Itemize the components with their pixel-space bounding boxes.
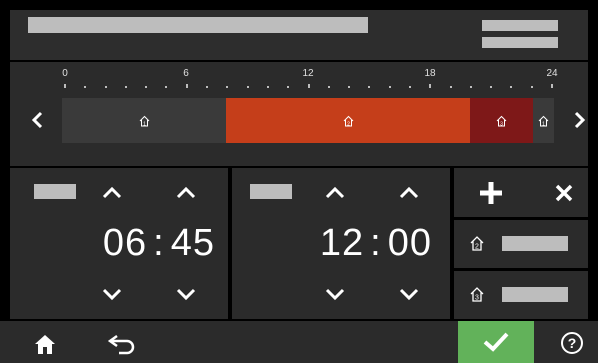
chevron-right-icon[interactable] [569,110,589,130]
svg-text:3: 3 [475,295,479,302]
check-icon [483,332,509,352]
minutes-down-icon[interactable] [398,287,420,303]
home-icon[interactable] [34,333,56,355]
hour-tick [348,86,351,88]
hours-up-icon[interactable] [101,184,123,200]
hour-label-6: 6 [183,68,189,79]
house-mode-2-icon: 2 [343,115,353,127]
time-display: 06:45 [85,222,215,265]
hour-label-18: 18 [424,68,436,79]
menu-button[interactable] [482,10,558,48]
hour-label-0: 0 [62,68,68,79]
svg-text:1: 1 [143,121,146,127]
segment-off[interactable]: 1 [62,98,226,143]
hours-value: 12 [319,222,365,264]
add-delete-row [454,168,588,217]
hours-value: 06 [102,222,148,264]
hour-tick [327,86,330,88]
menu-bar-top [482,20,558,31]
hour-tick [84,86,87,88]
menu-bar-bottom [482,37,558,48]
mode-label-placeholder [502,236,568,251]
timeline-panel: 0 6 12 18 24 1 2 3 1 [10,62,588,166]
hour-label-24: 24 [546,68,558,79]
back-arrow-icon[interactable] [107,333,137,355]
hour-tick [124,86,127,88]
editor-label-placeholder [250,184,292,199]
hours-up-icon[interactable] [324,184,346,200]
hour-tick [429,84,432,88]
minutes-down-icon[interactable] [175,287,197,303]
house-mode-1-icon: 1 [538,115,549,127]
title-placeholder [28,17,368,33]
time-display: 12:00 [302,222,432,265]
hour-tick [469,86,472,88]
segment-off-end[interactable]: 1 [533,98,554,143]
time-separator: : [370,222,382,264]
svg-text:2: 2 [475,244,479,251]
svg-text:?: ? [568,335,577,351]
schedule-track[interactable]: 1 2 3 1 [62,98,554,143]
hour-tick [510,86,513,88]
hour-label-12: 12 [302,68,314,79]
house-mode-3-icon: 3 [470,287,484,302]
confirm-button[interactable] [458,321,534,363]
close-icon[interactable] [554,183,574,203]
time-editor-end: 12:00 [232,168,450,319]
house-mode-1-icon: 1 [139,115,149,127]
mode-select-eco[interactable]: 3 [454,271,588,319]
mode-select-comfort[interactable]: 2 [454,220,588,268]
hour-tick [551,84,553,88]
segment-eco[interactable]: 3 [470,98,533,143]
plus-icon[interactable] [478,180,504,206]
segment-comfort[interactable]: 2 [226,98,470,143]
hour-tick [307,84,310,88]
time-editor-start: 06:45 [10,168,228,319]
minutes-up-icon[interactable] [175,184,197,200]
hour-tick [287,86,290,88]
editor-label-placeholder [34,184,76,199]
minutes-value: 00 [387,222,432,264]
hour-tick [388,86,391,88]
hour-tick [185,84,188,88]
hour-tick [104,86,107,88]
hour-tick [64,84,66,88]
mode-label-placeholder [502,287,568,302]
hour-tick [449,86,452,88]
hour-tick [266,86,269,88]
hour-tick [490,86,493,88]
hour-tick [165,86,168,88]
minutes-value: 45 [170,222,215,264]
hour-tick [246,86,249,88]
help-icon[interactable]: ? [560,331,584,355]
hours-down-icon[interactable] [101,287,123,303]
minutes-up-icon[interactable] [398,184,420,200]
chevron-left-icon[interactable] [28,110,48,130]
time-separator: : [153,222,165,264]
house-mode-3-icon: 3 [496,115,507,127]
house-mode-2-icon: 2 [470,236,484,251]
hour-tick [145,86,148,88]
hour-tick [368,86,371,88]
svg-text:3: 3 [500,121,503,127]
svg-text:1: 1 [542,121,545,127]
svg-text:2: 2 [347,121,350,127]
hour-tick [530,86,533,88]
hours-down-icon[interactable] [324,287,346,303]
hour-tick [226,86,229,88]
hour-tick [206,86,209,88]
hour-tick [408,86,411,88]
